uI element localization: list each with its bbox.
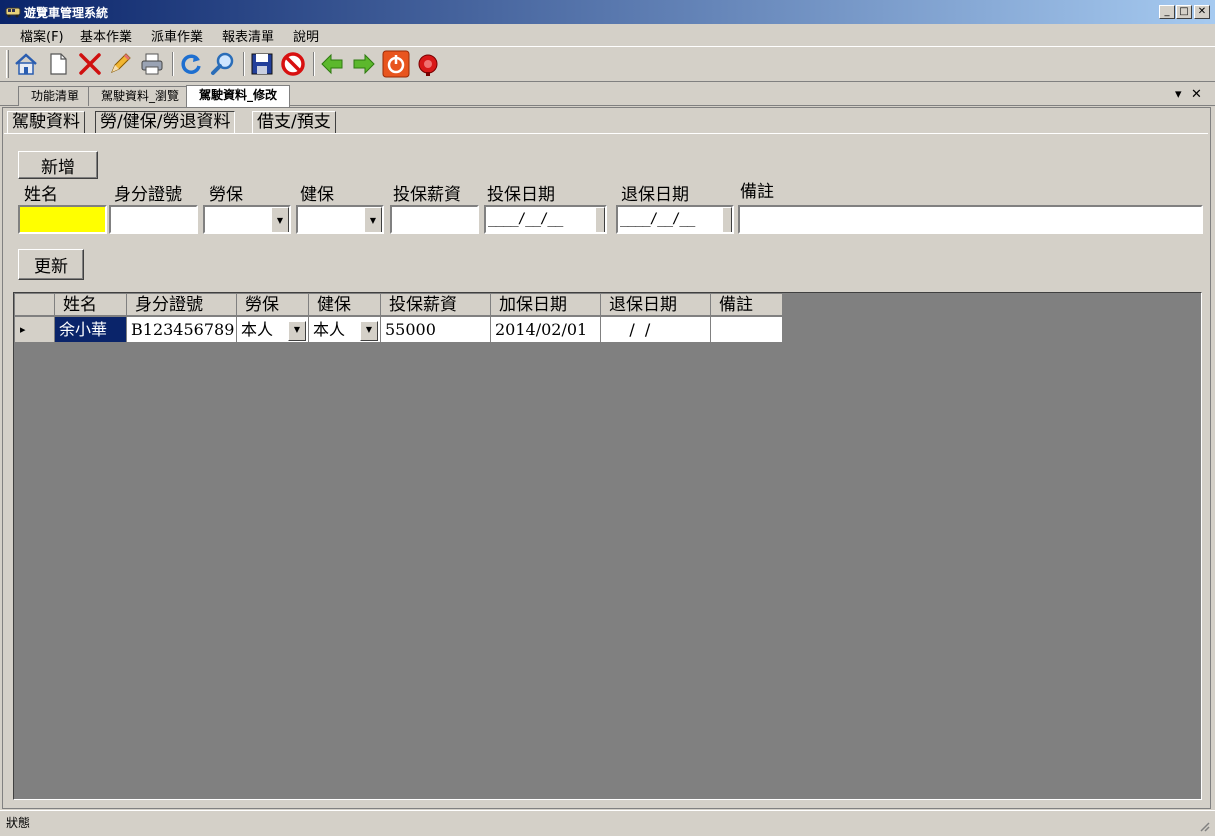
- edit-icon[interactable]: [106, 50, 134, 78]
- cell-name[interactable]: 余小華: [55, 317, 127, 343]
- cell-health-insurance[interactable]: 本人 ▼: [309, 317, 381, 343]
- doc-tab-driver-browse[interactable]: 駕駛資料_瀏覽: [88, 86, 193, 106]
- menu-help[interactable]: 說明: [293, 26, 319, 45]
- tab-advance-payment[interactable]: 借支/預支: [252, 111, 336, 134]
- name-field[interactable]: [18, 205, 107, 234]
- column-header-note[interactable]: 備註: [711, 294, 783, 316]
- status-text: 狀態: [6, 816, 31, 830]
- label-labor-insurance: 勞保: [209, 185, 243, 205]
- label-id-number: 身分證號: [114, 185, 182, 205]
- cancel-icon[interactable]: [279, 50, 307, 78]
- date-spin-icon[interactable]: [722, 207, 732, 232]
- close-button[interactable]: ✕: [1194, 5, 1210, 19]
- start-date-mask: ____/__/__: [488, 211, 563, 227]
- save-icon[interactable]: [248, 50, 276, 78]
- insured-salary-field[interactable]: [390, 205, 479, 234]
- cell-labor-insurance-value: 本人: [241, 320, 274, 339]
- doc-tab-driver-edit[interactable]: 駕駛資料_修改: [186, 85, 291, 107]
- toolbar-separator: [313, 52, 315, 76]
- label-end-date: 退保日期: [621, 185, 689, 205]
- alarm-icon[interactable]: [414, 50, 442, 78]
- chevron-down-icon[interactable]: ▼: [271, 207, 289, 232]
- delete-icon[interactable]: [76, 50, 104, 78]
- date-spin-icon[interactable]: [595, 207, 605, 232]
- title-bar: [0, 0, 1215, 24]
- chevron-down-icon[interactable]: ▼: [364, 207, 382, 232]
- toolbar-grip: [6, 50, 9, 78]
- column-header-insured-salary[interactable]: 投保薪資: [381, 294, 491, 316]
- column-header-id-number[interactable]: 身分證號: [127, 294, 237, 316]
- cell-labor-insurance[interactable]: 本人 ▼: [237, 317, 309, 343]
- column-header-health-insurance[interactable]: 健保: [309, 294, 381, 316]
- health-insurance-select[interactable]: ▼: [296, 205, 384, 234]
- tab-dropdown-icon[interactable]: ▾: [1175, 87, 1182, 102]
- menu-basic-operations[interactable]: 基本作業: [80, 26, 132, 45]
- cell-insured-salary[interactable]: 55000: [381, 317, 491, 343]
- cell-end-date[interactable]: / /: [601, 317, 711, 343]
- column-header-labor-insurance[interactable]: 勞保: [237, 294, 309, 316]
- note-field[interactable]: [738, 205, 1203, 234]
- refresh-icon[interactable]: [177, 50, 205, 78]
- menu-report-list[interactable]: 報表清單: [222, 26, 274, 45]
- tab-close-icon[interactable]: ✕: [1191, 87, 1202, 102]
- menu-file[interactable]: 檔案(F): [20, 26, 64, 45]
- window-title: 遊覽車管理系統: [24, 6, 109, 20]
- print-icon[interactable]: [138, 50, 166, 78]
- label-health-insurance: 健保: [300, 185, 334, 205]
- minimize-button[interactable]: _: [1159, 5, 1175, 19]
- label-insured-salary: 投保薪資: [393, 185, 461, 205]
- start-date-field[interactable]: ____/__/__: [484, 205, 607, 234]
- column-header-start-date[interactable]: 加保日期: [491, 294, 601, 316]
- chevron-down-icon[interactable]: ▼: [288, 321, 306, 341]
- column-header-end-date[interactable]: 退保日期: [601, 294, 711, 316]
- search-icon[interactable]: [208, 50, 236, 78]
- end-date-field[interactable]: ____/__/__: [616, 205, 734, 234]
- cell-id-number[interactable]: B123456789: [127, 317, 237, 343]
- row-indicator-icon[interactable]: ▸: [15, 317, 55, 343]
- grid-corner-header: [15, 294, 55, 316]
- id-number-field[interactable]: [109, 205, 198, 234]
- label-start-date: 投保日期: [487, 185, 555, 205]
- data-grid: [13, 292, 1202, 800]
- maximize-button[interactable]: □: [1176, 5, 1192, 19]
- cell-health-insurance-value: 本人: [313, 320, 346, 339]
- power-icon[interactable]: [382, 50, 410, 78]
- update-button[interactable]: 更新: [18, 249, 84, 280]
- tab-driver-data[interactable]: 駕駛資料: [7, 111, 85, 134]
- chevron-down-icon[interactable]: ▼: [360, 321, 378, 341]
- back-icon[interactable]: [318, 50, 346, 78]
- status-bar: [0, 810, 1215, 836]
- column-header-name[interactable]: 姓名: [55, 294, 127, 316]
- bus-app-icon: [5, 5, 21, 19]
- doc-tab-function-list[interactable]: 功能清單: [18, 86, 93, 106]
- tab-divider: [4, 133, 1208, 134]
- new-document-icon[interactable]: [44, 50, 72, 78]
- toolbar-separator: [172, 52, 174, 76]
- labor-insurance-select[interactable]: ▼: [203, 205, 291, 234]
- toolbar-separator: [243, 52, 245, 76]
- cell-note[interactable]: [711, 317, 783, 343]
- forward-icon[interactable]: [350, 50, 378, 78]
- cell-start-date[interactable]: 2014/02/01: [491, 317, 601, 343]
- resize-grip-icon[interactable]: [1198, 820, 1210, 832]
- menu-dispatch-operations[interactable]: 派車作業: [151, 26, 203, 45]
- home-icon[interactable]: [12, 50, 40, 78]
- add-button[interactable]: 新增: [18, 151, 98, 179]
- label-note: 備註: [740, 182, 774, 202]
- end-date-mask: ____/__/__: [620, 211, 695, 227]
- tab-insurance-data[interactable]: 勞/健保/勞退資料: [95, 111, 236, 134]
- label-name: 姓名: [24, 185, 58, 205]
